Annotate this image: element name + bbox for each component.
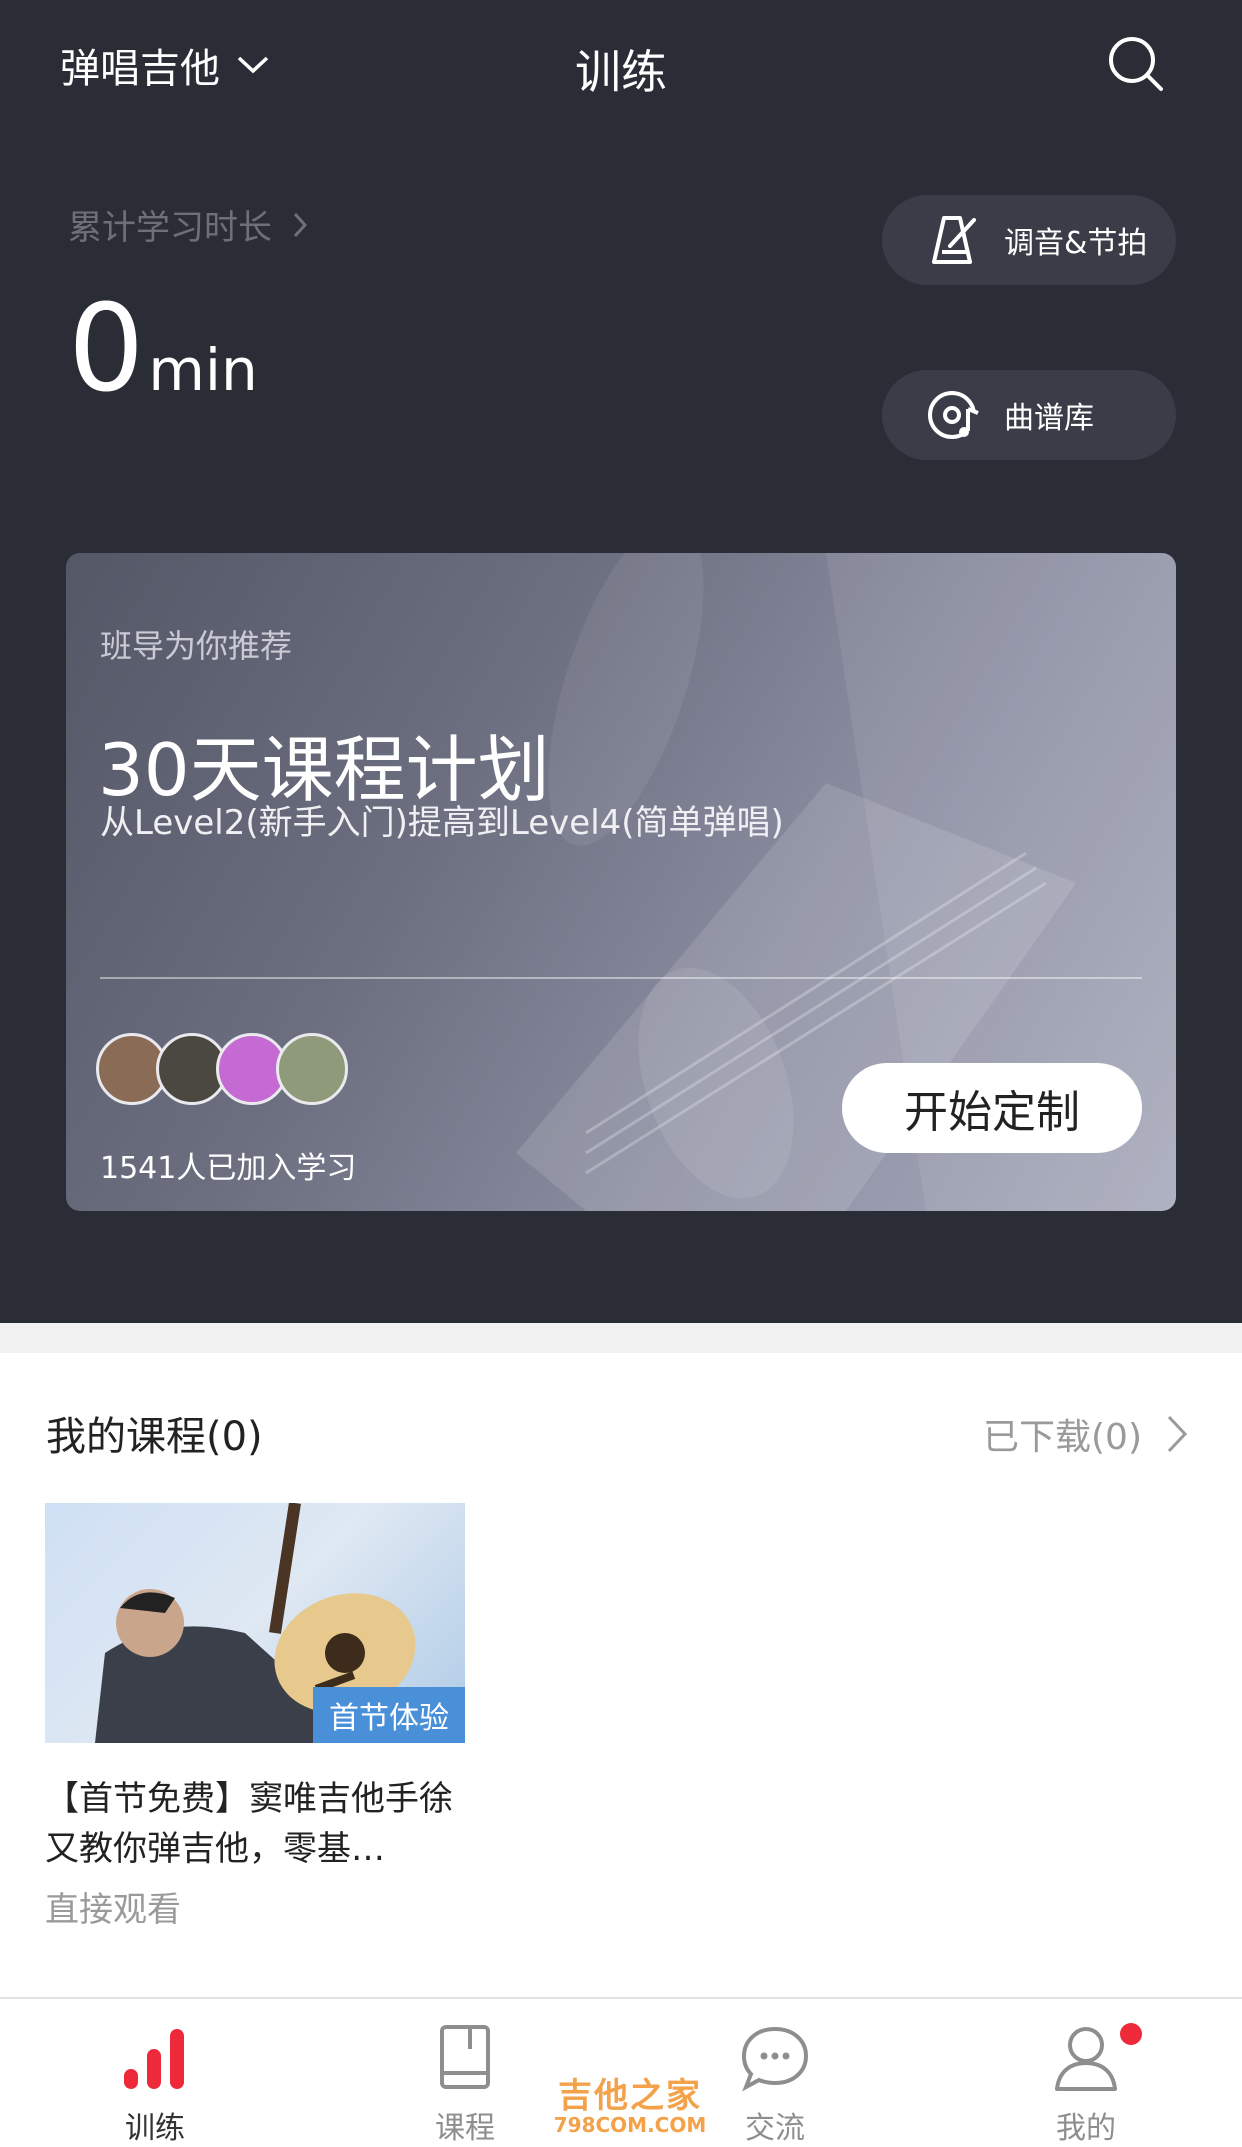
chat-bubble-icon	[741, 2026, 809, 2092]
study-duration-unit: min	[148, 336, 258, 404]
study-duration-link[interactable]: 累计学习时长	[68, 200, 308, 249]
book-icon	[440, 2025, 490, 2089]
tab-courses[interactable]: 课程	[395, 2023, 535, 2147]
score-library-button[interactable]: 曲谱库	[882, 370, 1176, 460]
tab-label: 我的	[1056, 2111, 1116, 2146]
tuner-metronome-label: 调音&节拍	[1004, 226, 1148, 261]
start-customize-button[interactable]: 开始定制	[842, 1063, 1142, 1153]
watermark-site: 798COM.COM	[553, 2113, 707, 2137]
tab-label: 课程	[435, 2111, 495, 2146]
my-courses-title: 我的课程(0)	[46, 1414, 263, 1460]
downloaded-link[interactable]: 已下载(0)	[983, 1408, 1188, 1460]
downloaded-label: 已下载(0)	[983, 1417, 1142, 1458]
tab-label: 交流	[745, 2111, 805, 2146]
user-icon	[1055, 2027, 1117, 2091]
course-watch-link[interactable]: 直接观看	[45, 1882, 181, 1931]
page-title: 训练	[575, 45, 667, 99]
study-duration-number: 0	[68, 280, 145, 419]
tab-training[interactable]: 训练	[85, 2023, 225, 2147]
chevron-right-icon	[293, 212, 308, 237]
chevron-right-icon	[1167, 1415, 1188, 1453]
plan-subtitle: 从Level2(新手入门)提高到Level4(简单弹唱)	[100, 803, 784, 843]
tab-community[interactable]: 交流	[705, 2023, 845, 2147]
divider	[100, 977, 1142, 979]
recommend-eyebrow: 班导为你推荐	[100, 627, 293, 665]
first-lesson-badge: 首节体验	[313, 1687, 465, 1743]
bar-chart-icon	[124, 2029, 184, 2089]
section-separator	[0, 1323, 1242, 1353]
recommendation-card[interactable]: 班导为你推荐 30天课程计划 从Level2(新手入门)提高到Level4(简单…	[66, 553, 1176, 1211]
notification-dot	[1120, 2023, 1142, 2045]
joined-count: 1541人已加入学习	[100, 1151, 357, 1186]
metronome-icon	[932, 216, 976, 264]
watermark-brand: 吉他之家	[558, 2076, 702, 2116]
course-thumbnail[interactable]: 首节体验	[45, 1503, 465, 1743]
score-library-label: 曲谱库	[1004, 401, 1094, 436]
tuner-metronome-button[interactable]: 调音&节拍	[882, 195, 1176, 285]
search-icon[interactable]	[1106, 34, 1166, 94]
study-duration-label: 累计学习时长	[68, 208, 272, 248]
avatar	[276, 1033, 348, 1105]
site-watermark: 吉他之家 798COM.COM	[550, 2068, 710, 2137]
disc-music-icon	[928, 391, 979, 439]
study-duration-value: 0 min	[68, 290, 258, 410]
course-title[interactable]: 【首节免费】窦唯吉他手徐又教你弹吉他，零基…	[45, 1774, 465, 1874]
tab-label: 训练	[125, 2111, 185, 2146]
